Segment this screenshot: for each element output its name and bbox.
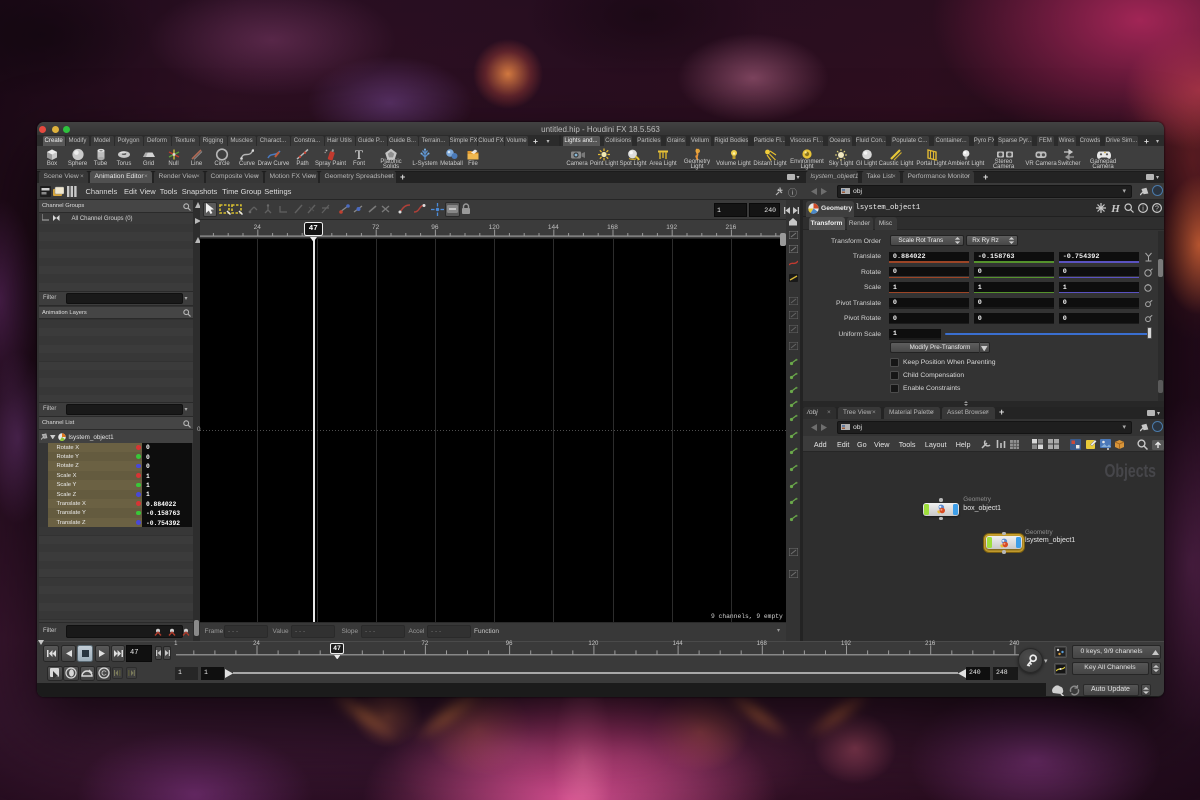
- svg-text:H: H: [1110, 203, 1120, 213]
- svg-text:C: C: [101, 669, 107, 678]
- svg-text:i: i: [1142, 206, 1144, 213]
- svg-text:?: ?: [1155, 206, 1159, 213]
